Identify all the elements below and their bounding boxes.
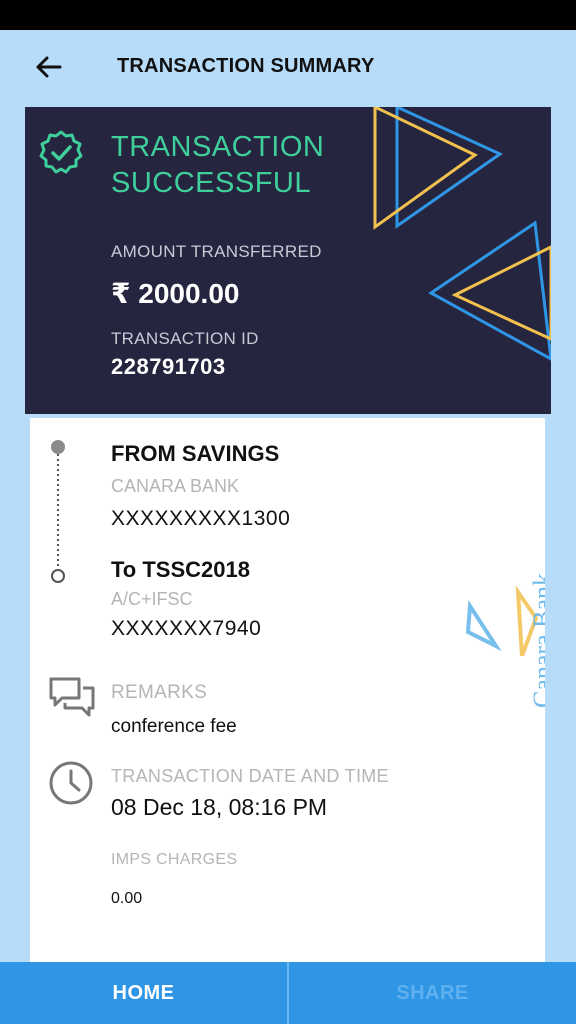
transaction-id-value: 228791703 — [111, 354, 226, 379]
to-account-type: A/C+IFSC — [111, 589, 193, 609]
from-account-number: XXXXXXXXX1300 — [111, 507, 291, 530]
to-account-number: XXXXXXX7940 — [111, 617, 262, 640]
header: TRANSACTION SUMMARY — [0, 30, 576, 104]
status-line-2: SUCCESSFUL — [111, 167, 311, 199]
remarks-label: REMARKS — [111, 682, 208, 703]
status-bar — [0, 0, 576, 30]
app-screen: TRANSACTION SUMMARY TRANSACTION SUCCESSF… — [0, 30, 576, 1024]
transaction-details-card: FROM SAVINGS CANARA BANK XXXXXXXXX1300 T… — [30, 418, 545, 966]
imps-charges-label: IMPS CHARGES — [111, 851, 238, 868]
home-button[interactable]: HOME — [0, 962, 289, 1024]
status-line-1: TRANSACTION — [111, 131, 325, 163]
clock-icon — [49, 761, 93, 805]
page-title: TRANSACTION SUMMARY — [117, 55, 375, 77]
amount-value: ₹ 2000.00 — [111, 278, 240, 309]
transaction-date-label: TRANSACTION DATE AND TIME — [111, 766, 389, 786]
share-button[interactable]: SHARE — [289, 962, 576, 1024]
from-bank-name: CANARA BANK — [111, 476, 240, 496]
from-account-title: FROM SAVINGS — [111, 441, 280, 466]
chat-icon — [49, 677, 95, 717]
arrow-left-icon — [36, 56, 62, 78]
transaction-status-panel: TRANSACTION SUCCESSFUL AMOUNT TRANSFERRE… — [25, 107, 551, 414]
amount-label: AMOUNT TRANSFERRED — [111, 242, 322, 261]
imps-charges-value: 0.00 — [111, 890, 143, 907]
to-account-title: To TSSC2018 — [111, 557, 250, 582]
remarks-value: conference fee — [111, 716, 237, 737]
transaction-date-value: 08 Dec 18, 08:16 PM — [111, 794, 328, 820]
transfer-timeline — [51, 440, 65, 583]
canara-bank-watermark: Canara Bank — [528, 572, 545, 708]
status-title: TRANSACTION SUCCESSFUL — [111, 129, 324, 201]
success-check-icon — [39, 130, 83, 174]
transaction-id-label: TRANSACTION ID — [111, 329, 259, 348]
back-button[interactable] — [30, 50, 66, 84]
bottom-action-bar: HOME SHARE — [0, 962, 576, 1024]
